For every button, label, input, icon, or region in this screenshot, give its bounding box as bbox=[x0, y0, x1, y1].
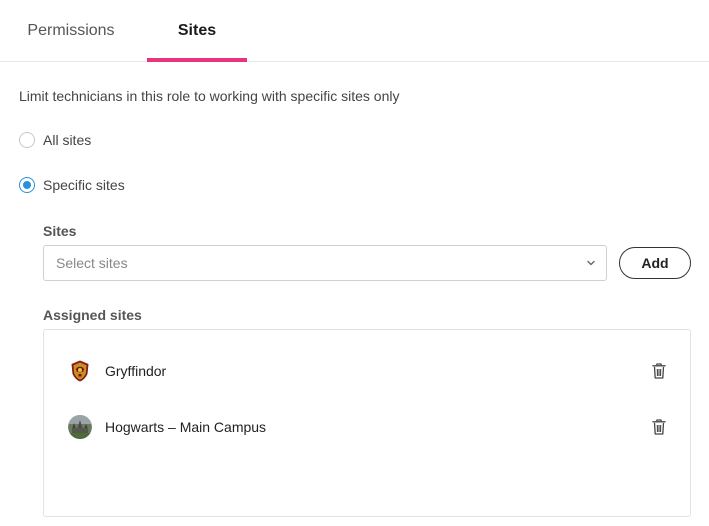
trash-icon[interactable] bbox=[650, 418, 668, 436]
all-sites-radio[interactable] bbox=[19, 132, 35, 148]
sites-select-placeholder: Select sites bbox=[56, 255, 128, 271]
trash-icon[interactable] bbox=[650, 362, 668, 380]
sites-field-label: Sites bbox=[43, 223, 77, 239]
site-name: Gryffindor bbox=[105, 363, 167, 379]
specific-sites-option[interactable]: Specific sites bbox=[19, 177, 125, 193]
all-sites-option[interactable]: All sites bbox=[19, 132, 91, 148]
hogwarts-photo-icon bbox=[68, 415, 92, 439]
role-sites-description: Limit technicians in this role to workin… bbox=[19, 88, 400, 104]
tab-sites[interactable]: Sites bbox=[147, 0, 247, 62]
tab-sites-label: Sites bbox=[177, 22, 217, 39]
tab-permissions-label: Permissions bbox=[27, 22, 115, 39]
chevron-down-icon bbox=[587, 260, 595, 266]
tab-bar: Permissions Sites bbox=[0, 0, 709, 62]
specific-sites-radio[interactable] bbox=[19, 177, 35, 193]
tab-permissions[interactable]: Permissions bbox=[0, 0, 142, 62]
active-tab-indicator bbox=[147, 58, 247, 62]
list-item: Hogwarts – Main Campus bbox=[68, 413, 668, 441]
add-site-button[interactable]: Add bbox=[619, 247, 691, 279]
sites-select[interactable]: Select sites bbox=[43, 245, 607, 281]
assigned-sites-label: Assigned sites bbox=[43, 307, 142, 323]
site-name: Hogwarts – Main Campus bbox=[105, 419, 267, 435]
assigned-sites-list: Gryffindor Hogwarts – Main Campus bbox=[43, 329, 691, 517]
list-item: Gryffindor bbox=[68, 357, 668, 385]
specific-sites-label: Specific sites bbox=[43, 177, 125, 193]
gryffindor-crest-icon bbox=[68, 359, 92, 383]
all-sites-label: All sites bbox=[43, 132, 92, 148]
